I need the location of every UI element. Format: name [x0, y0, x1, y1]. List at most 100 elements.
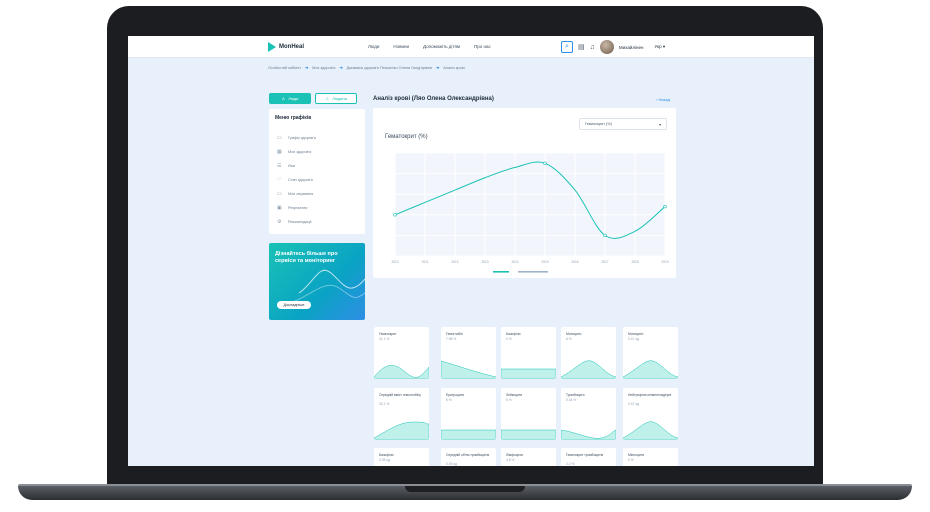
x-tick-label: 2018	[631, 260, 638, 264]
main-nav: Люди Новини Допоможіть дітям Про нас	[368, 44, 491, 49]
data-point[interactable]	[663, 204, 667, 209]
avatar[interactable]	[599, 40, 614, 54]
header-actions: ⌕ ▤ ♫ Михайлінен Укр ▾	[561, 40, 665, 54]
tile-sparkline	[374, 365, 429, 379]
tile-sparkline	[623, 360, 678, 379]
nav-link-help-children[interactable]: Допоможіть дітям	[423, 44, 460, 49]
people-button-label: Люди	[288, 96, 299, 101]
top-bar: MonHeal Люди Новини Допоможіть дітям Про…	[128, 36, 814, 58]
menu-item-medicines[interactable]: ☰ Ліки	[277, 163, 295, 169]
breadcrumb-item[interactable]: Моє здоров'я	[312, 66, 335, 70]
gear-icon: ⚙	[277, 219, 282, 225]
indicator-tile[interactable]: Еритроцити 5 %	[441, 388, 496, 440]
page-title: Аналіз крові (Ляо Олена Олександрівна)	[373, 96, 494, 102]
chart-menu: Меню графіків ▭ Графік здоров'я ▦ Моє здор…	[269, 109, 365, 234]
menu-item-health-chart[interactable]: ▭ Графік здоров'я	[277, 135, 316, 141]
legend-marker	[493, 271, 509, 273]
indicator-tile[interactable]: Гемоглобін 7.98 %	[441, 327, 496, 379]
tile-sparkline	[501, 429, 556, 440]
indicator-tile[interactable]: Мієлоцити 0 %	[623, 448, 678, 466]
legend-marker	[518, 271, 548, 273]
sparkline-area	[623, 360, 678, 379]
sparkline-area	[501, 368, 556, 379]
sparkline-area	[561, 429, 616, 440]
tile-value: 0.05 од	[446, 462, 458, 466]
x-tick-label: 2011	[422, 260, 429, 264]
tile-label: Базофіли	[506, 332, 521, 336]
indicator-tile[interactable]: Лейкоцити 6 %	[501, 388, 556, 440]
indicator-tile[interactable]: Гематокрит тромбоцитів 2.2 %	[561, 448, 616, 466]
nav-link-news[interactable]: Новини	[393, 44, 409, 49]
tile-value: 30.1 %	[379, 402, 390, 406]
promo-text: Дізнайтесь більше про сервіси та монітор…	[275, 251, 338, 264]
x-tick-label: 2017	[601, 260, 608, 264]
sparkline-area	[441, 360, 496, 379]
laptop-frame: MonHeal Люди Новини Допоможіть дітям Про…	[0, 0, 930, 512]
menu-item-label: Ліки	[288, 164, 296, 168]
sparkline-area	[623, 421, 678, 440]
x-tick-label: 2019	[661, 260, 668, 264]
tile-value: 41.1 %	[379, 337, 390, 341]
grid-icon: ▦	[277, 149, 282, 155]
indicator-tile[interactable]: Тромбоцити 0.44 %	[561, 388, 616, 440]
back-link[interactable]: ‹ Назад	[656, 97, 670, 102]
nav-link-people[interactable]: Люди	[368, 44, 379, 49]
logo[interactable]: MonHeal	[268, 42, 304, 52]
menu-item-results[interactable]: ▣ Результати	[277, 205, 307, 211]
logo-text: MonHeal	[279, 44, 305, 50]
tile-value: 0 %	[506, 337, 512, 341]
tile-label: Мієлоцити	[628, 453, 645, 457]
indicator-tile[interactable]: Базофіли 0 %	[501, 327, 556, 379]
list-icon: ☰	[277, 163, 282, 169]
menu-item-recommendations[interactable]: ⚙ Рекомендації	[277, 219, 312, 225]
tile-value: 6 %	[566, 337, 572, 341]
search-icon[interactable]: ⌕	[561, 41, 573, 53]
menu-item-label: Результати	[288, 206, 308, 210]
calendar-icon[interactable]: ▤	[578, 43, 585, 51]
menu-item-label: Моє лікування	[288, 192, 314, 196]
user-name[interactable]: Михайлінен	[619, 45, 644, 50]
language-select[interactable]: Укр ▾	[654, 44, 665, 50]
nav-link-about[interactable]: Про нас	[474, 44, 491, 49]
tile-value: 6 %	[506, 398, 512, 402]
people-button[interactable]: ♙ Люди	[269, 93, 311, 104]
breadcrumb-item[interactable]: Динаміка здоров'я Пташенко Олени Ланд'яр…	[347, 66, 432, 70]
menu-item-label: Моє здоров'я	[288, 150, 312, 154]
indicator-tile[interactable]: Нейтрофіли сегментоядерні 2.47 од	[623, 388, 678, 440]
indicator-tile[interactable]: Базофіли 0.35 од	[374, 448, 429, 466]
sparkline-area	[374, 421, 429, 440]
sparkline-area	[374, 365, 429, 379]
indicator-tile[interactable]: Моноцити 6 %	[561, 327, 616, 379]
data-point[interactable]	[603, 233, 607, 238]
indicator-tile[interactable]: Гематокрит 41.1 %	[374, 327, 429, 379]
language-label: Укр	[654, 44, 662, 49]
tile-label: Середній вміст гемоглобіну	[379, 393, 421, 397]
tile-sparkline	[623, 421, 678, 440]
chart-card: Гематокрит (%) ▾ Гематокрит (%) 2010 2011…	[373, 108, 676, 278]
heart-icon: ♡	[277, 177, 282, 183]
menu-item-my-health[interactable]: ▦ Моє здоров'я	[277, 149, 311, 155]
tile-label: Моноцити	[628, 332, 644, 336]
x-tick-label: 2014	[511, 260, 518, 264]
person-icon: ♙	[281, 96, 286, 101]
tile-sparkline	[441, 360, 496, 379]
person-add-icon: ☺	[325, 96, 330, 101]
calendar-icon: ▭	[277, 135, 282, 141]
plot-area	[395, 153, 665, 256]
data-point[interactable]	[393, 213, 397, 217]
indicator-tile[interactable]: Лімфоцити 4.6 %	[501, 448, 556, 466]
breadcrumb-item[interactable]: Особистий кабінет	[268, 66, 301, 70]
menu-item-treatment[interactable]: ▭ Моє лікування	[277, 191, 313, 197]
data-point[interactable]	[543, 161, 547, 165]
indicator-tile[interactable]: Середній вміст гемоглобіну 30.1 %	[374, 388, 429, 440]
menu-item-health-state[interactable]: ♡ Стан здоров'я	[277, 177, 313, 183]
x-tick-label: 2015	[541, 260, 548, 264]
menu-item-label: Стан здоров'я	[288, 178, 313, 182]
promo-more-button[interactable]: Докладніше	[277, 301, 311, 309]
add-person-button[interactable]: ☺ Людина	[315, 93, 357, 104]
bell-icon[interactable]: ♫	[590, 44, 595, 51]
calendar-icon: ▭	[277, 191, 282, 197]
indicator-tile[interactable]: Моноцити 0.47 од	[623, 327, 678, 379]
arrow-right-icon: ➜	[436, 66, 440, 70]
indicator-tile[interactable]: Середній об'єм тромбоцитів 0.05 од	[441, 448, 496, 466]
